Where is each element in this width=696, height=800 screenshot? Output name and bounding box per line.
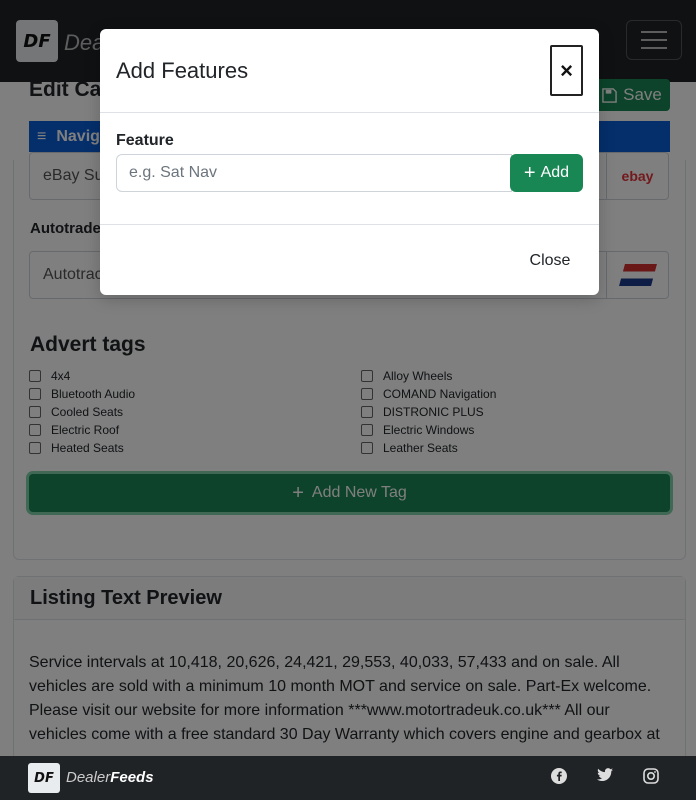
close-button[interactable]: Close xyxy=(516,247,584,275)
plus-icon: + xyxy=(523,162,536,184)
add-feature-label: Add xyxy=(540,164,570,181)
footer-logo-icon[interactable]: DF xyxy=(28,763,60,793)
brand-name-bold: Feeds xyxy=(110,769,154,786)
footer-brand: DealerFeeds xyxy=(66,769,154,786)
modal-title: Add Features xyxy=(116,58,249,83)
close-icon[interactable]: × xyxy=(550,45,583,96)
modal-body: Feature + Add xyxy=(100,114,599,224)
modal-footer: Close xyxy=(100,224,599,295)
brand-name-light: Dealer xyxy=(66,769,111,786)
feature-input[interactable] xyxy=(116,154,512,192)
twitter-icon[interactable] xyxy=(596,768,614,786)
instagram-icon[interactable] xyxy=(642,768,660,786)
feature-label: Feature xyxy=(116,132,174,149)
facebook-icon[interactable] xyxy=(550,768,568,786)
modal-header: Add Features × xyxy=(100,29,599,113)
add-features-modal: Add Features × Feature + Add Close xyxy=(100,29,599,295)
add-feature-button[interactable]: + Add xyxy=(510,154,583,192)
footer-bar: DF DealerFeeds xyxy=(0,756,696,800)
